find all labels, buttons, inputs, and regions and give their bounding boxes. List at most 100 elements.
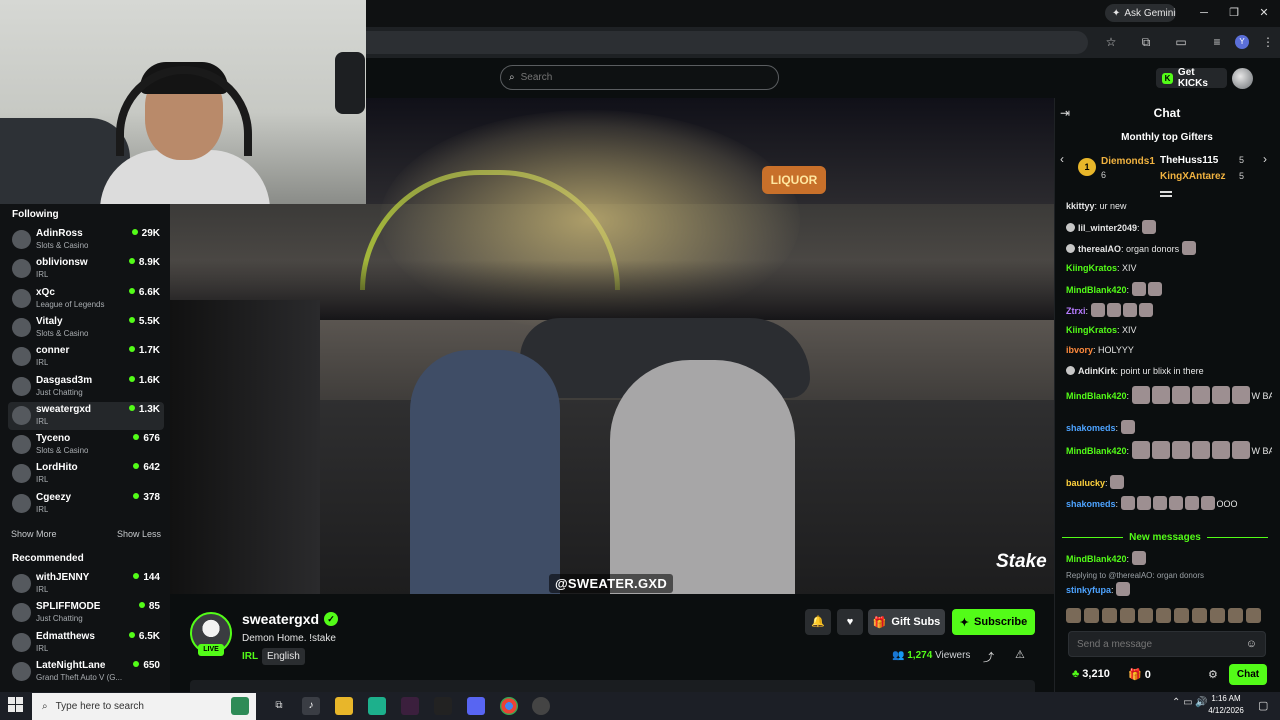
sidebar-channel[interactable]: withJENNY IRL 144 [8,570,164,598]
report-icon[interactable]: ⚠ [1015,648,1025,661]
sidebar-channel[interactable]: LordHito IRL 642 [8,460,164,488]
address-bar[interactable] [366,31,1088,54]
chat-username[interactable]: shakomeds [1066,499,1116,509]
gift-icon: 🎁 [872,616,887,629]
chat-username[interactable]: baulucky [1066,478,1105,488]
music-app-icon[interactable]: ♪ [302,697,320,715]
sidebar-channel[interactable]: Edmatthews IRL 6.5K [8,629,164,657]
emote-icon[interactable] [1138,608,1153,623]
viewers-icon: 👥 [892,650,905,661]
chat-username[interactable]: MindBlank420 [1066,285,1127,295]
restore-button[interactable]: ❐ [1224,4,1244,22]
sidebar-channel[interactable]: Vitaly Slots & Casino 5.5K [8,314,164,342]
gift-count[interactable]: 🎁 0 [1128,668,1151,681]
emote-icon[interactable] [1102,608,1117,623]
channel-category: Slots & Casino [36,446,89,456]
sidebar-channel[interactable]: Tyceno Slots & Casino 676 [8,431,164,459]
app-icon[interactable] [401,697,419,715]
sidebar-channel[interactable]: Dasgasd3m Just Chatting 1.6K [8,373,164,401]
chevron-left-icon[interactable]: ‹ [1060,152,1064,166]
extensions-icon[interactable]: ⧉ [1136,33,1156,51]
sidebar-channel[interactable]: conner IRL 1.7K [8,343,164,371]
get-kicks-button[interactable]: K Get KICKs [1156,67,1227,89]
clock-date[interactable]: 4/12/2026 [1202,706,1250,715]
media-control-icon[interactable]: ≡ [1207,33,1227,51]
close-button[interactable]: ✕ [1254,4,1274,22]
language-tag[interactable]: English [262,648,305,665]
notification-icon[interactable]: ▢ [1258,699,1268,712]
emote-icon[interactable] [1084,608,1099,623]
gifter-name[interactable]: Diemonds1 [1101,156,1155,167]
show-more-link[interactable]: Show More [11,529,57,539]
chrome-icon[interactable] [500,697,518,715]
notification-bell-button[interactable]: 🔔 [805,609,831,635]
taskbar-search[interactable]: ⌕ Type here to search [32,693,256,720]
gifter-name[interactable]: KingXAntarez [1160,171,1226,182]
streamer-name[interactable]: sweatergxd [242,611,319,627]
chat-username[interactable]: therealAO [1078,244,1121,254]
chat-username[interactable]: Ztrxi [1066,306,1086,316]
chat-settings-gear-icon[interactable]: ⚙ [1208,668,1218,681]
chat-username[interactable]: KiingKratos [1066,263,1117,273]
emote-icon[interactable] [1174,608,1189,623]
app-icon[interactable] [368,697,386,715]
chat-username[interactable]: MindBlank420 [1066,391,1127,401]
search-input[interactable] [520,72,761,83]
task-view-icon[interactable]: ⧉ [270,697,288,715]
chat-username[interactable]: MindBlank420 [1066,446,1127,456]
share-icon[interactable]: ⤴ [983,649,994,665]
emote-icon[interactable] [1228,608,1243,623]
chat-username[interactable]: lil_winter2049 [1078,223,1137,233]
sidebar-channel[interactable]: xQc League of Legends 6.6K [8,285,164,313]
chat-username[interactable]: KiingKratos [1066,325,1117,335]
chat-username[interactable]: AdinKirk [1078,366,1116,376]
search-bar[interactable]: ⌕ [500,65,779,90]
emote-icon [1136,496,1151,510]
sidebar-channel[interactable]: sweatergxd IRL 1.3K [8,401,164,430]
chat-message-input[interactable] [1077,638,1246,650]
category-link[interactable]: IRL [242,651,258,662]
show-less-link[interactable]: Show Less [117,529,161,539]
cast-icon[interactable]: ▭ [1171,33,1191,51]
clock-time[interactable]: 1:16 AM [1206,694,1246,703]
gifter-name[interactable]: TheHuss115 [1160,155,1218,166]
sidebar-channel[interactable]: SPLIFFMODE Just Chatting 85 [8,599,164,627]
chat-input-box[interactable]: ☺ [1068,631,1266,657]
sidebar-channel[interactable]: AdinRoss Slots & Casino 29K [8,226,164,254]
sidebar-channel[interactable]: LateNightLane Grand Theft Auto V (G... 650 [8,658,164,686]
chat-username[interactable]: stinkyfupa [1066,585,1111,595]
chat-username[interactable]: ibvory [1066,345,1093,355]
obs-icon[interactable] [532,697,550,715]
discord-icon[interactable] [467,697,485,715]
emote-icon[interactable] [1192,608,1207,623]
emote-icon[interactable] [1210,608,1225,623]
emoji-picker-icon[interactable]: ☺ [1246,638,1257,650]
gifters-expand-icon[interactable] [1160,191,1172,197]
file-explorer-icon[interactable] [335,697,353,715]
ask-gemini-button[interactable]: ✦ Ask Gemini [1105,4,1176,22]
emote-icon[interactable] [1156,608,1171,623]
minimize-button[interactable]: ─ [1194,4,1214,22]
chat-username[interactable]: kkittyy [1066,201,1095,211]
user-avatar[interactable] [1232,68,1253,89]
app-icon[interactable] [231,697,249,715]
emote-icon[interactable] [1246,608,1261,623]
emote-icon[interactable] [1066,608,1081,623]
subscribe-button[interactable]: ✦ Subscribe [952,609,1035,635]
chat-username[interactable]: shakomeds [1066,423,1116,433]
new-messages-divider[interactable]: New messages [1062,530,1268,544]
follow-heart-button[interactable]: ♥ [837,609,863,635]
emote-icon[interactable] [1120,608,1135,623]
browser-menu-icon[interactable]: ⋮ [1258,33,1278,51]
chat-username[interactable]: MindBlank420 [1066,554,1127,564]
chevron-right-icon[interactable]: › [1263,152,1267,166]
browser-profile-avatar[interactable]: Y [1235,35,1249,49]
sidebar-channel[interactable]: Cgeezy IRL 378 [8,490,164,518]
epic-games-icon[interactable] [434,697,452,715]
sidebar-channel[interactable]: oblivionsw IRL 8.9K [8,255,164,283]
bookmark-star-icon[interactable]: ☆ [1101,33,1121,51]
chat-send-button[interactable]: Chat [1229,664,1267,685]
gift-subs-button[interactable]: 🎁 Gift Subs [868,609,945,635]
kicks-balance[interactable]: ♣ 3,210 [1072,668,1110,680]
windows-start-icon[interactable] [8,697,24,713]
